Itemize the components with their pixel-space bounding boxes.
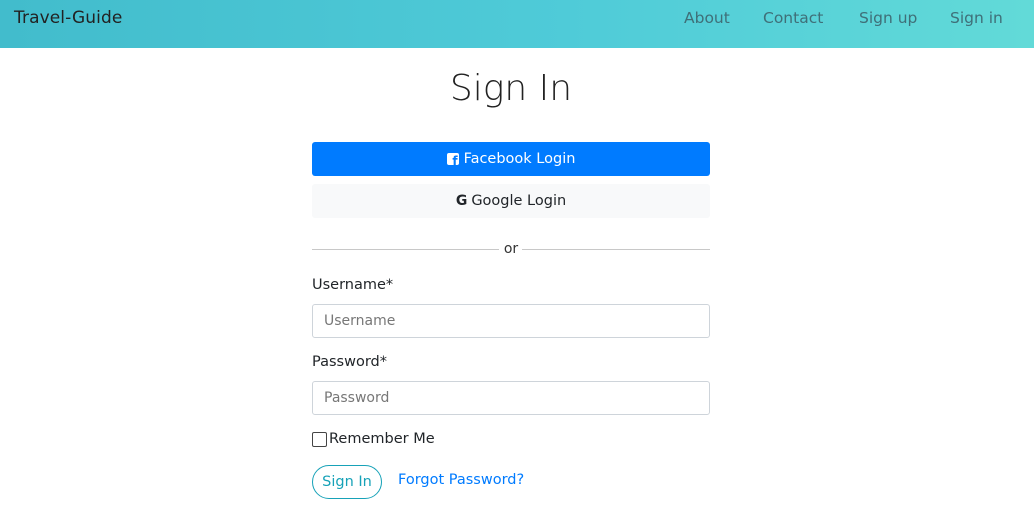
brand-logo-link[interactable]: Travel-Guide — [14, 8, 122, 28]
sign-in-submit-button[interactable]: Sign In — [312, 465, 382, 499]
password-input[interactable] — [312, 381, 710, 415]
password-label: Password* — [312, 354, 387, 370]
google-login-label: Google Login — [471, 193, 567, 209]
forgot-password-link[interactable]: Forgot Password? — [398, 472, 524, 488]
nav-link-sign-in[interactable]: Sign in — [950, 9, 1003, 27]
username-label: Username* — [312, 277, 394, 293]
navbar: Travel-Guide About Contact Sign up Sign … — [0, 0, 1034, 48]
or-divider: or — [312, 240, 710, 260]
remember-me-label[interactable]: Remember Me — [329, 431, 435, 447]
facebook-square-icon — [446, 153, 459, 168]
nav-link-sign-up[interactable]: Sign up — [859, 9, 917, 27]
facebook-login-label: Facebook Login — [463, 151, 576, 167]
facebook-login-button[interactable]: Facebook Login — [312, 142, 710, 176]
nav-link-contact[interactable]: Contact — [763, 9, 823, 27]
remember-me-row: Remember Me — [312, 431, 435, 447]
divider-line-right — [522, 249, 710, 250]
username-input[interactable] — [312, 304, 710, 338]
google-g-icon: G — [455, 193, 468, 209]
nav-link-about[interactable]: About — [684, 9, 730, 27]
remember-me-checkbox[interactable] — [312, 431, 327, 447]
page-title: Sign In — [449, 68, 573, 109]
divider-line-left — [312, 249, 499, 250]
divider-or-text: or — [503, 241, 519, 257]
google-login-button[interactable]: G Google Login — [312, 184, 710, 218]
